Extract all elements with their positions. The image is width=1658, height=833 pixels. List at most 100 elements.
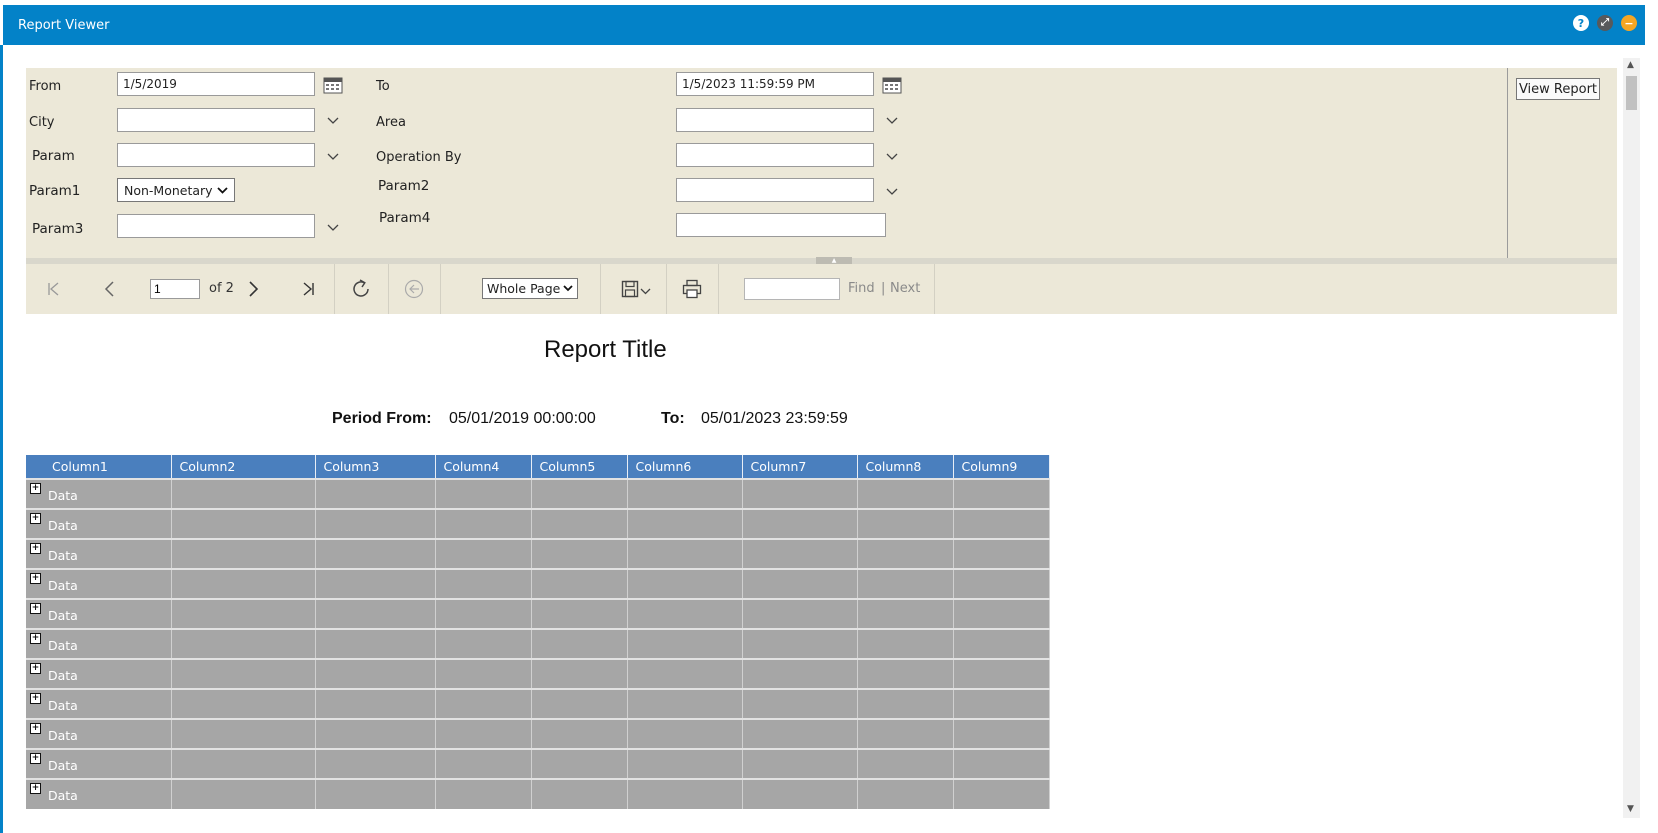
expand-plus-icon[interactable]: + xyxy=(30,783,41,794)
expand-plus-icon[interactable]: + xyxy=(30,693,41,704)
expand-plus-icon[interactable]: + xyxy=(30,603,41,614)
table-row: + Data xyxy=(26,628,1050,659)
page-number-input[interactable] xyxy=(150,279,200,299)
scrollbar-thumb[interactable] xyxy=(1626,76,1637,110)
find-separator: | xyxy=(881,281,886,296)
last-page-icon[interactable] xyxy=(296,277,320,301)
table-cell xyxy=(531,778,628,809)
table-cell xyxy=(953,718,1050,749)
table-cell xyxy=(742,598,858,629)
previous-page-icon[interactable] xyxy=(98,277,122,301)
table-cell xyxy=(742,538,858,569)
table-cell xyxy=(435,568,532,599)
table-cell xyxy=(627,508,743,539)
find-input[interactable] xyxy=(744,278,840,300)
from-date-input[interactable]: 1/5/2019 xyxy=(117,72,315,96)
row-label: Data xyxy=(48,758,78,773)
param4-input[interactable] xyxy=(676,213,886,237)
table-cell xyxy=(531,688,628,719)
table-cell xyxy=(627,778,743,809)
table-cell xyxy=(857,718,954,749)
vertical-scrollbar[interactable]: ▲ ▼ xyxy=(1623,58,1640,818)
row-data-cell: + Data xyxy=(26,778,172,809)
table-cell xyxy=(857,748,954,779)
expand-plus-icon[interactable]: + xyxy=(30,483,41,494)
expand-plus-icon[interactable]: + xyxy=(30,513,41,524)
table-cell xyxy=(531,538,628,569)
param2-input[interactable] xyxy=(676,178,874,202)
expand-plus-icon[interactable]: + xyxy=(30,543,41,554)
table-cell xyxy=(627,538,743,569)
table-cell xyxy=(171,688,316,719)
param-input[interactable] xyxy=(117,143,315,167)
operation-by-label: Operation By xyxy=(376,150,462,165)
expand-plus-icon[interactable]: + xyxy=(30,633,41,644)
collapse-handle-icon[interactable]: ▲ xyxy=(816,257,852,264)
param2-chevron-down-icon[interactable] xyxy=(886,185,900,199)
operation-by-input[interactable] xyxy=(676,143,874,167)
expand-icon[interactable]: ⤢ xyxy=(1597,15,1613,31)
print-icon[interactable] xyxy=(680,277,704,301)
report-toolbar: of 2 Whole Page Find | Next xyxy=(26,264,1617,314)
scroll-up-icon[interactable]: ▲ xyxy=(1627,60,1634,70)
row-label: Data xyxy=(48,728,78,743)
row-data-cell: + Data xyxy=(26,628,172,659)
param-chevron-down-icon[interactable] xyxy=(327,150,341,164)
zoom-chevron-icon xyxy=(563,285,573,292)
next-page-icon[interactable] xyxy=(241,277,265,301)
table-cell xyxy=(315,748,436,779)
back-icon[interactable] xyxy=(402,277,426,301)
help-icon[interactable]: ? xyxy=(1573,15,1589,31)
table-cell xyxy=(531,658,628,689)
expand-plus-icon[interactable]: + xyxy=(30,573,41,584)
expand-plus-icon[interactable]: + xyxy=(30,723,41,734)
area-input[interactable] xyxy=(676,108,874,132)
column-header: Column1 xyxy=(26,455,172,479)
to-date-input[interactable]: 1/5/2023 11:59:59 PM xyxy=(676,72,874,96)
scroll-down-icon[interactable]: ▼ xyxy=(1627,804,1634,814)
refresh-icon[interactable] xyxy=(349,277,373,301)
area-chevron-down-icon[interactable] xyxy=(886,114,900,128)
view-report-button[interactable]: View Report xyxy=(1516,78,1600,100)
param3-input[interactable] xyxy=(117,214,315,238)
column-header: Column9 xyxy=(953,455,1050,479)
row-data-cell: + Data xyxy=(26,718,172,749)
city-chevron-down-icon[interactable] xyxy=(327,114,341,128)
city-input[interactable] xyxy=(117,108,315,132)
table-cell xyxy=(171,718,316,749)
first-page-icon[interactable] xyxy=(42,277,66,301)
column-header: Column8 xyxy=(857,455,954,479)
table-cell xyxy=(953,688,1050,719)
expand-plus-icon[interactable]: + xyxy=(30,663,41,674)
row-label: Data xyxy=(48,638,78,653)
to-calendar-icon[interactable] xyxy=(882,76,902,94)
export-chevron-down-icon[interactable] xyxy=(638,284,652,298)
expand-plus-icon[interactable]: + xyxy=(30,753,41,764)
table-cell xyxy=(315,598,436,629)
operation-by-chevron-down-icon[interactable] xyxy=(886,150,900,164)
param1-select[interactable]: Non-Monetary xyxy=(117,178,235,202)
parameters-panel: From 1/5/2019 To 1/5/2023 11:59:59 PM Ci… xyxy=(26,68,1617,258)
table-cell xyxy=(435,628,532,659)
period-to-label: To: xyxy=(661,410,685,427)
from-calendar-icon[interactable] xyxy=(323,76,343,94)
find-button[interactable]: Find xyxy=(848,281,875,296)
table-row: + Data xyxy=(26,538,1050,569)
param3-chevron-down-icon[interactable] xyxy=(327,221,341,235)
table-cell xyxy=(857,478,954,509)
find-next-button[interactable]: Next xyxy=(890,281,920,296)
table-cell xyxy=(857,658,954,689)
row-label: Data xyxy=(48,608,78,623)
zoom-select[interactable]: Whole Page xyxy=(482,278,578,299)
table-row: + Data xyxy=(26,718,1050,749)
column-header: Column7 xyxy=(742,455,858,479)
table-cell xyxy=(435,508,532,539)
table-cell xyxy=(171,628,316,659)
table-cell xyxy=(953,628,1050,659)
table-cell xyxy=(435,748,532,779)
minimize-icon[interactable]: − xyxy=(1621,15,1637,31)
table-cell xyxy=(171,778,316,809)
table-cell xyxy=(627,688,743,719)
row-label: Data xyxy=(48,518,78,533)
row-label: Data xyxy=(48,548,78,563)
